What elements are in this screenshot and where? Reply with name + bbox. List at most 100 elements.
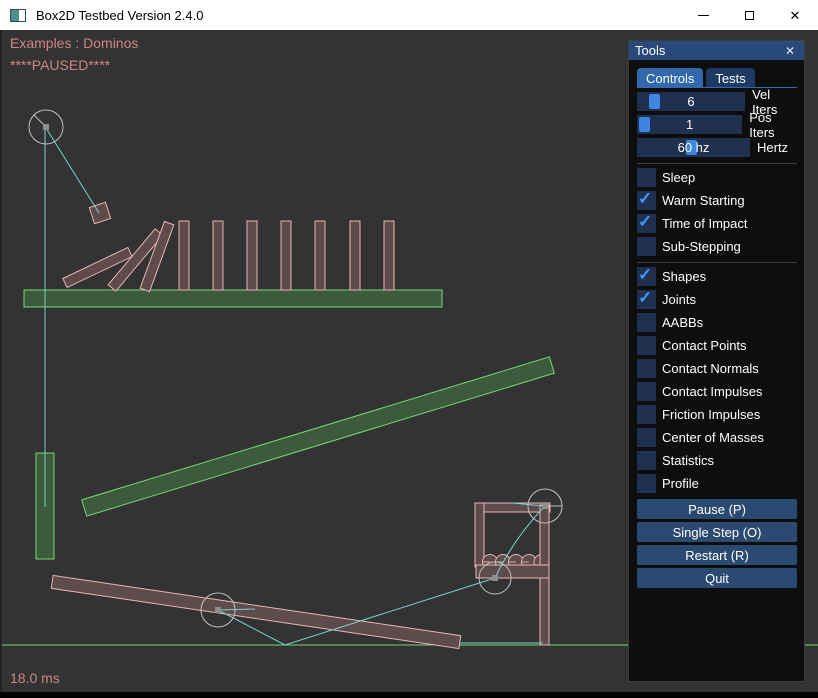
frame-shelf[interactable] [476, 565, 549, 578]
domino[interactable] [213, 221, 223, 290]
domino[interactable] [350, 221, 360, 290]
checkbox-sub-stepping[interactable]: ✓ Sub-Stepping [637, 237, 797, 256]
checkbox[interactable]: ✓ [637, 428, 656, 447]
checkbox-warm-starting[interactable]: ✓ Warm Starting [637, 191, 797, 210]
checkbox-time-of-impact[interactable]: ✓ Time of Impact [637, 214, 797, 233]
seesaw-plank[interactable] [51, 575, 460, 648]
frame-left-bar[interactable] [475, 503, 484, 567]
checkbox-label: Center of Masses [662, 430, 764, 445]
checkbox-profile[interactable]: ✓ Profile [637, 474, 797, 493]
maximize-button[interactable] [726, 0, 772, 30]
hertz-label: Hertz [757, 140, 788, 155]
panel-close-button[interactable]: ✕ [782, 43, 798, 59]
checkbox-contact-normals[interactable]: ✓ Contact Normals [637, 359, 797, 378]
slider-row-hertz: 60 hz Hertz [637, 138, 797, 157]
checkbox-label: Contact Normals [662, 361, 759, 376]
vel-iters-value: 6 [637, 92, 745, 111]
panel-tabbar: Controls Tests [637, 68, 797, 88]
pos-iters-slider[interactable]: 1 [637, 115, 742, 134]
checkbox-label: Statistics [662, 453, 714, 468]
pause-button[interactable]: Pause (P) [637, 499, 797, 519]
frame-top-bar[interactable] [475, 503, 550, 512]
domino[interactable] [247, 221, 257, 290]
checkbox-friction-impulses[interactable]: ✓ Friction Impulses [637, 405, 797, 424]
checkbox-label: Time of Impact [662, 216, 747, 231]
tools-panel-titlebar[interactable]: Tools ✕ [629, 41, 804, 60]
checkbox-shapes[interactable]: ✓ Shapes [637, 267, 797, 286]
domino[interactable] [315, 221, 325, 290]
checkbox-label: AABBs [662, 315, 703, 330]
pos-iters-label: Pos Iters [749, 110, 797, 140]
checkbox[interactable]: ✓ [637, 237, 656, 256]
separator [637, 262, 797, 263]
checkbox[interactable]: ✓ [637, 214, 656, 233]
checkbox-joints[interactable]: ✓ Joints [637, 290, 797, 309]
checkbox-statistics[interactable]: ✓ Statistics [637, 451, 797, 470]
check-icon: ✓ [638, 212, 652, 232]
checkbox-label: Shapes [662, 269, 706, 284]
paused-indicator: ****PAUSED**** [10, 57, 110, 73]
checkbox[interactable]: ✓ [637, 191, 656, 210]
vel-iters-slider[interactable]: 6 [637, 92, 745, 111]
checkbox-contact-points[interactable]: ✓ Contact Points [637, 336, 797, 355]
close-icon: ✕ [790, 9, 801, 22]
checkbox-label: Contact Impulses [662, 384, 762, 399]
checkbox[interactable]: ✓ [637, 313, 656, 332]
checkbox[interactable]: ✓ [637, 405, 656, 424]
checkbox[interactable]: ✓ [637, 359, 656, 378]
quit-button[interactable]: Quit [637, 568, 797, 588]
platform-shelf [24, 290, 442, 307]
checkbox-label: Sleep [662, 170, 695, 185]
checkbox-label: Friction Impulses [662, 407, 760, 422]
domino[interactable] [384, 221, 394, 290]
checkbox-label: Contact Points [662, 338, 747, 353]
joint-anchors [43, 124, 548, 613]
green-ramp [82, 357, 555, 516]
window-titlebar[interactable]: Box2D Testbed Version 2.4.0 ✕ [0, 0, 818, 30]
close-button[interactable]: ✕ [772, 0, 818, 30]
check-icon: ✓ [638, 288, 652, 308]
restart-button[interactable]: Restart (R) [637, 545, 797, 565]
app-window: Box2D Testbed Version 2.4.0 ✕ [0, 0, 818, 698]
checkbox[interactable]: ✓ [637, 451, 656, 470]
tools-panel-title: Tools [635, 43, 782, 58]
checkbox[interactable]: ✓ [637, 336, 656, 355]
dynamic-bodies[interactable] [51, 202, 550, 648]
checkbox-sleep[interactable]: ✓ Sleep [637, 168, 797, 187]
example-title: Examples : Dominos [10, 35, 138, 51]
checkbox-contact-impulses[interactable]: ✓ Contact Impulses [637, 382, 797, 401]
checkbox-label: Joints [662, 292, 696, 307]
panel-buttons: Pause (P) Single Step (O) Restart (R) Qu… [637, 499, 797, 588]
window-title: Box2D Testbed Version 2.4.0 [36, 8, 203, 23]
checkbox[interactable]: ✓ [637, 382, 656, 401]
checkbox[interactable]: ✓ [637, 290, 656, 309]
minimize-button[interactable] [680, 0, 726, 30]
swinging-box[interactable] [89, 202, 110, 223]
tools-panel: Tools ✕ Controls Tests 6 Vel Iters 1 [628, 40, 805, 682]
check-icon: ✓ [638, 189, 652, 209]
checkbox[interactable]: ✓ [637, 267, 656, 286]
frame-time: 18.0 ms [10, 670, 60, 686]
slider-row-pos-iters: 1 Pos Iters [637, 115, 797, 134]
checkbox-center-of-masses[interactable]: ✓ Center of Masses [637, 428, 797, 447]
checkbox[interactable]: ✓ [637, 168, 656, 187]
slider-row-vel-iters: 6 Vel Iters [637, 92, 797, 111]
checkbox-label: Profile [662, 476, 699, 491]
domino[interactable] [179, 221, 189, 290]
checkbox-label: Sub-Stepping [662, 239, 741, 254]
hertz-slider[interactable]: 60 hz [637, 138, 750, 157]
check-icon: ✓ [638, 265, 652, 285]
separator [637, 163, 797, 164]
checkbox-label: Warm Starting [662, 193, 745, 208]
domino[interactable] [281, 221, 291, 290]
hertz-value: 60 hz [637, 138, 750, 157]
checkbox[interactable]: ✓ [637, 474, 656, 493]
maximize-icon [745, 11, 754, 20]
checkbox-aabbs[interactable]: ✓ AABBs [637, 313, 797, 332]
tab-controls[interactable]: Controls [637, 68, 703, 87]
distance-joint [46, 128, 99, 213]
tab-tests[interactable]: Tests [706, 68, 754, 87]
pos-iters-value: 1 [637, 115, 742, 134]
single-step-button[interactable]: Single Step (O) [637, 522, 797, 542]
app-icon [10, 9, 26, 22]
